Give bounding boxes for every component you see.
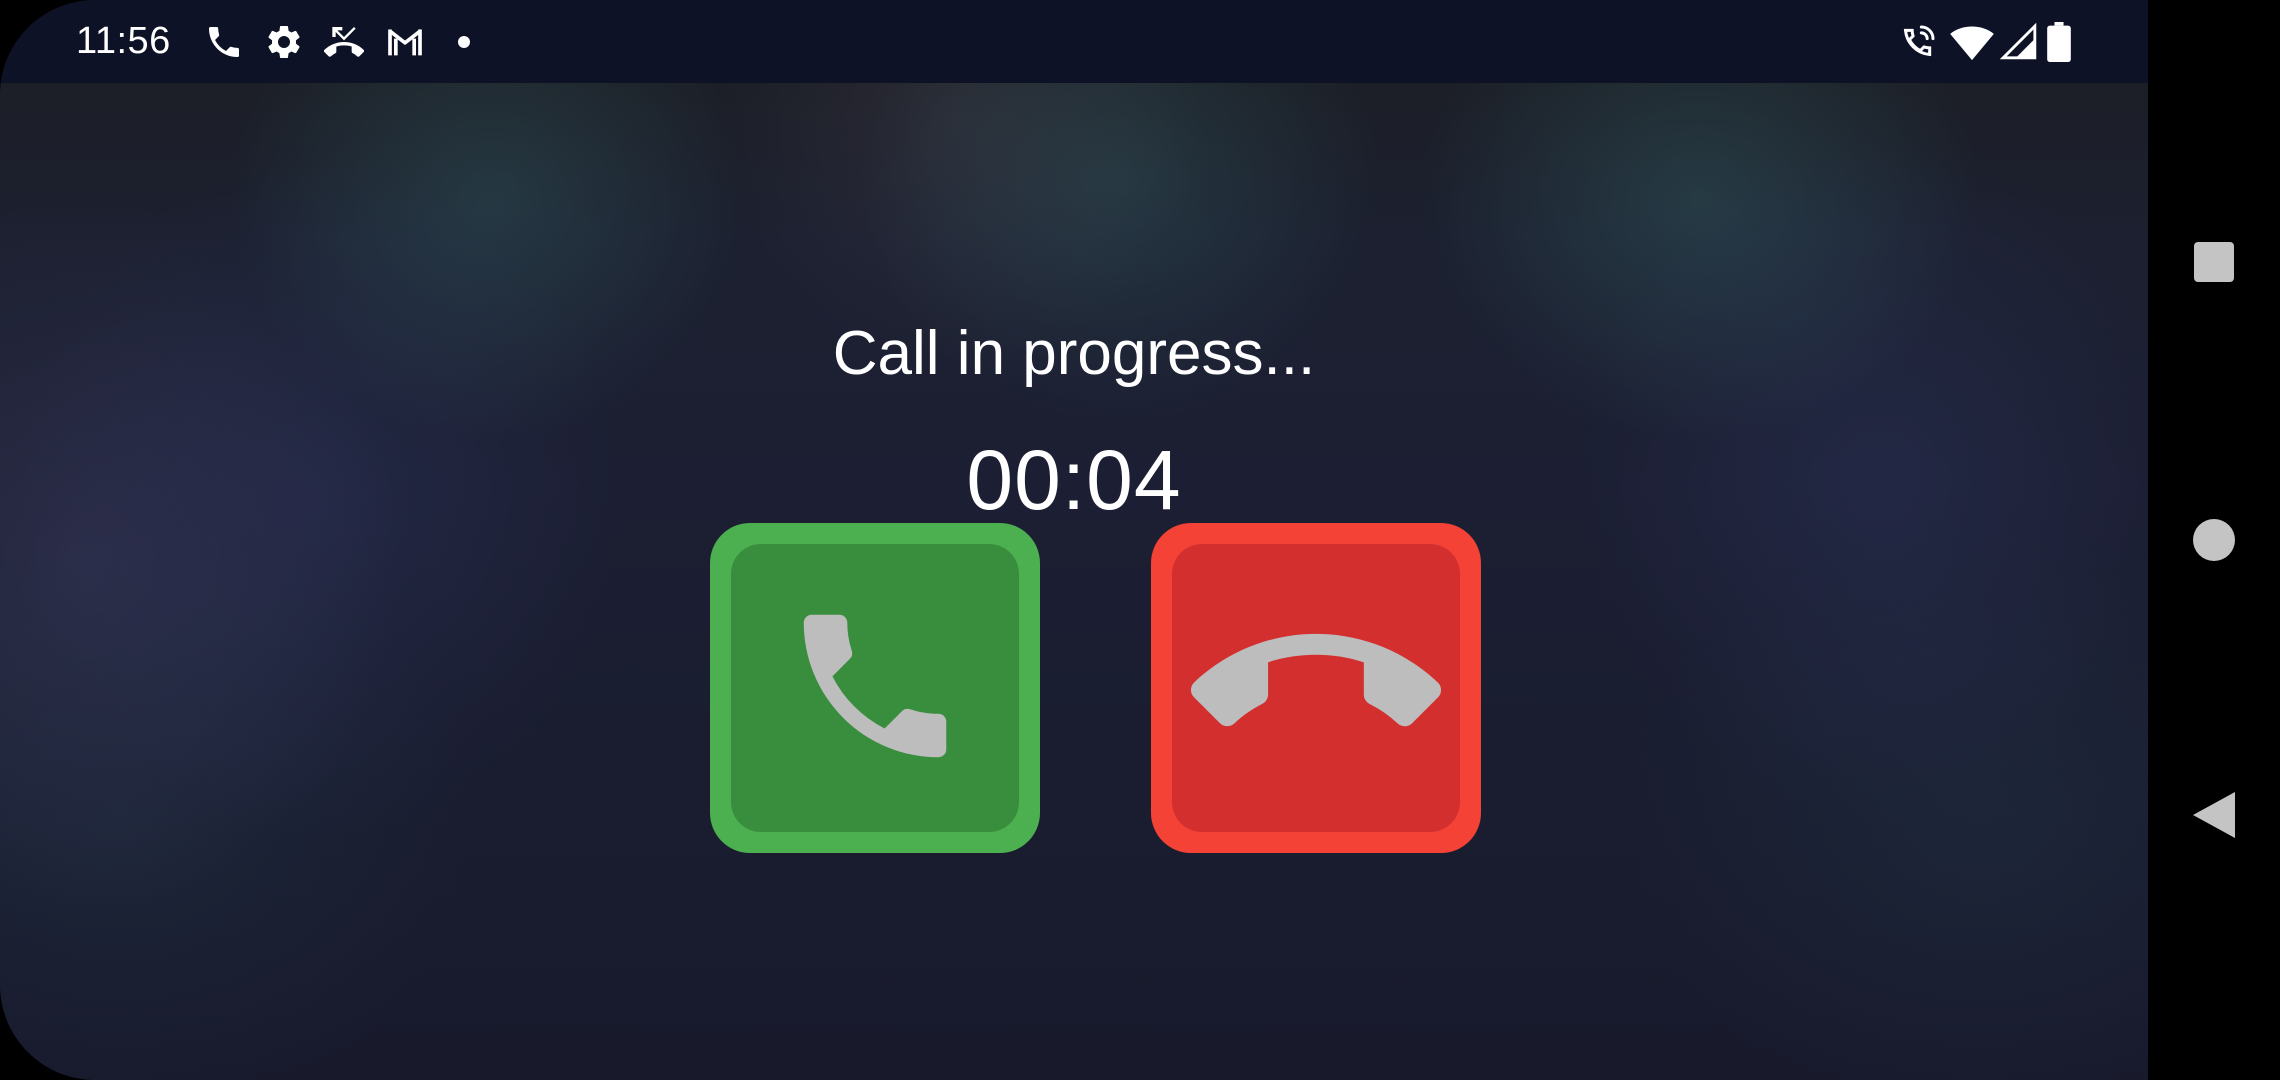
navigation-bar bbox=[2148, 0, 2280, 1080]
status-time: 11:56 bbox=[76, 20, 171, 62]
notification-dot-icon bbox=[458, 36, 470, 76]
ongoing-call-icon bbox=[1898, 22, 1938, 62]
end-call-button[interactable] bbox=[1151, 523, 1481, 853]
recents-square-icon bbox=[2194, 242, 2234, 282]
phone-hangup-icon bbox=[1190, 561, 1441, 816]
call-screen: 11:56 Call in progress... 00:04 bbox=[0, 0, 2148, 1080]
phone-icon bbox=[204, 22, 244, 62]
settings-gear-icon bbox=[264, 22, 304, 62]
cell-signal-icon bbox=[2000, 22, 2038, 62]
accept-call-button[interactable] bbox=[710, 523, 1040, 853]
call-timer: 00:04 bbox=[966, 433, 1182, 527]
phone-accept-icon bbox=[780, 591, 970, 786]
missed-call-icon bbox=[324, 22, 364, 62]
wifi-icon bbox=[1950, 22, 1994, 62]
gmail-icon bbox=[384, 22, 426, 62]
call-status-text: Call in progress... bbox=[832, 319, 1316, 388]
accept-call-button-inner bbox=[731, 544, 1019, 832]
back-triangle-button[interactable] bbox=[2148, 762, 2280, 872]
recents-square-button[interactable] bbox=[2148, 207, 2280, 317]
battery-icon bbox=[2046, 22, 2072, 62]
home-circle-button[interactable] bbox=[2148, 485, 2280, 595]
home-circle-icon bbox=[2193, 519, 2235, 561]
back-triangle-icon bbox=[2193, 791, 2235, 843]
device-frame: 11:56 Call in progress... 00:04 bbox=[0, 0, 2280, 1080]
end-call-button-inner bbox=[1172, 544, 1460, 832]
status-bar: 11:56 bbox=[0, 0, 2148, 83]
